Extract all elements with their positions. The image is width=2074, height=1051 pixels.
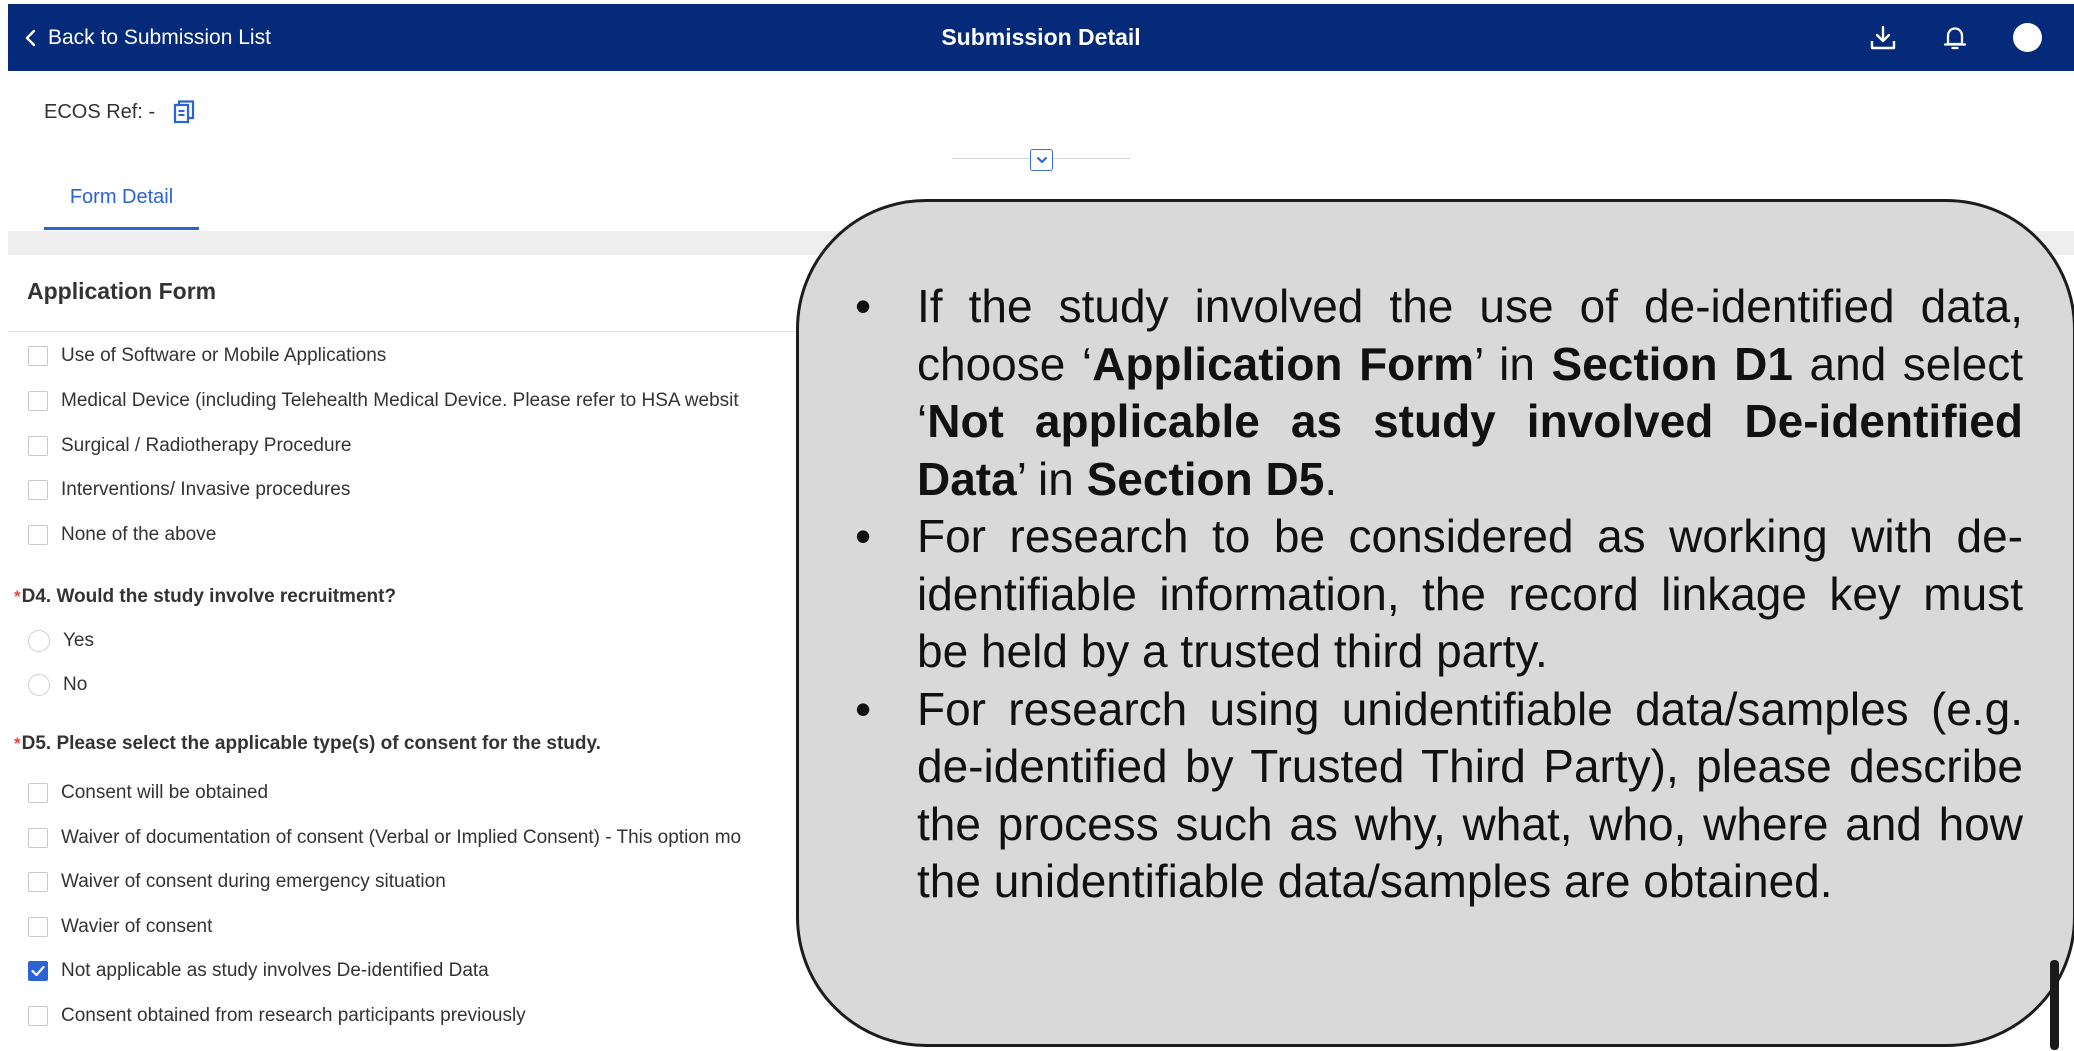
copy-button[interactable]: [171, 98, 197, 126]
option-label: Consent will be obtained: [61, 782, 269, 803]
checkbox-option[interactable]: Interventions/ Invasive procedures: [28, 479, 350, 501]
bell-icon: [1943, 26, 1967, 49]
option-label: Consent obtained from research participa…: [61, 1005, 526, 1026]
chevron-left-icon: [25, 29, 36, 46]
option-label: Waiver of documentation of consent (Verb…: [61, 827, 742, 848]
option-label: Surgical / Radiotherapy Procedure: [61, 435, 352, 456]
checkbox[interactable]: [28, 436, 48, 456]
ecos-ref: ECOS Ref: -: [44, 98, 197, 126]
callout-list: • If the study involved the use of de-ide…: [855, 278, 2023, 911]
checkbox[interactable]: [28, 480, 48, 500]
checkbox[interactable]: [28, 1006, 48, 1026]
question-text: D4. Would the study involve recruitment?: [21, 586, 397, 607]
back-label: Back to Submission List: [48, 25, 271, 49]
back-to-submission-list-link[interactable]: Back to Submission List: [22, 4, 271, 71]
collapse-toggle-button[interactable]: [1030, 149, 1053, 171]
bullet: •: [855, 510, 872, 562]
option-label: Yes: [63, 630, 94, 651]
checkbox[interactable]: [28, 872, 48, 892]
checkmark-icon: [31, 965, 45, 977]
bullet: •: [855, 682, 872, 735]
question-d4: *D4. Would the study involve recruitment…: [14, 586, 396, 608]
checkbox-option-checked[interactable]: Not applicable as study involves De-iden…: [28, 960, 489, 982]
radio-option-no[interactable]: No: [28, 674, 87, 696]
question-text: D5. Please select the applicable type(s)…: [21, 733, 601, 754]
chevron-down-icon: [1036, 157, 1047, 164]
radio-button[interactable]: [28, 630, 50, 652]
callout-bold: Application Form: [1092, 337, 1475, 390]
callout-item: • If the study involved the use of de-ide…: [855, 278, 2023, 508]
checkbox-option[interactable]: Consent will be obtained: [28, 782, 268, 804]
option-label: Not applicable as study involves De-iden…: [61, 960, 489, 981]
instruction-callout: • If the study involved the use of de-ide…: [796, 199, 2074, 1047]
radio-button[interactable]: [28, 674, 50, 696]
download-button[interactable]: [1866, 21, 1900, 55]
callout-item: • For research to be considered as workin…: [855, 508, 2023, 681]
checkbox-option[interactable]: Waiver of documentation of consent (Verb…: [28, 827, 741, 849]
checkbox[interactable]: [28, 917, 48, 937]
required-marker: *: [14, 587, 21, 606]
option-label: Waiver of consent during emergency situa…: [61, 871, 446, 892]
radio-option-yes[interactable]: Yes: [28, 630, 94, 652]
tab-form-detail[interactable]: Form Detail: [44, 168, 199, 230]
callout-text: ’ in: [1016, 452, 1087, 505]
checkbox-option[interactable]: Medical Device (including Telehealth Med…: [28, 390, 739, 412]
callout-bold: Section D5: [1086, 452, 1325, 505]
callout-text: ’ in: [1474, 337, 1552, 390]
page-title: Submission Detail: [941, 24, 1141, 50]
question-d5: *D5. Please select the applicable type(s…: [14, 733, 601, 755]
option-label: Wavier of consent: [61, 916, 213, 937]
scrollbar-thumb[interactable]: [2050, 960, 2059, 1050]
callout-text: For research to be considered as working…: [917, 510, 2023, 677]
checkbox-option[interactable]: None of the above: [28, 524, 216, 546]
option-label: No: [63, 674, 88, 695]
top-bar: Back to Submission List Submission Detai…: [8, 4, 2074, 71]
bullet: •: [855, 280, 872, 332]
checkbox-option[interactable]: Waiver of consent during emergency situa…: [28, 871, 446, 893]
required-marker: *: [14, 734, 21, 753]
option-label: Use of Software or Mobile Applications: [61, 345, 387, 366]
checkbox[interactable]: [28, 346, 48, 366]
callout-text: .: [1324, 452, 1338, 505]
checkbox-option[interactable]: Use of Software or Mobile Applications: [28, 345, 386, 367]
checkbox[interactable]: [28, 525, 48, 545]
checkbox[interactable]: [28, 961, 48, 981]
callout-item: • For research using unidentifiable data/…: [855, 681, 2023, 911]
checkbox[interactable]: [28, 391, 48, 411]
copy-icon: [174, 100, 195, 124]
checkbox[interactable]: [28, 783, 48, 803]
notifications-button[interactable]: [1938, 21, 1972, 55]
checkbox-option[interactable]: Wavier of consent: [28, 916, 212, 938]
user-avatar-button[interactable]: [2010, 21, 2044, 55]
option-label: Medical Device (including Telehealth Med…: [61, 390, 739, 411]
download-icon: [1870, 25, 1896, 49]
ecos-ref-label: ECOS Ref: -: [44, 100, 156, 123]
checkbox-option[interactable]: Consent obtained from research participa…: [28, 1005, 526, 1027]
callout-text: For research using unidentifiable data/s…: [917, 682, 2023, 908]
checkbox[interactable]: [28, 828, 48, 848]
callout-bold: Section D1: [1551, 337, 1793, 390]
option-label: None of the above: [61, 524, 217, 545]
option-label: Interventions/ Invasive procedures: [61, 479, 351, 500]
avatar: [2012, 23, 2042, 52]
checkbox-option[interactable]: Surgical / Radiotherapy Procedure: [28, 435, 351, 457]
section-title: Application Form: [27, 278, 217, 304]
